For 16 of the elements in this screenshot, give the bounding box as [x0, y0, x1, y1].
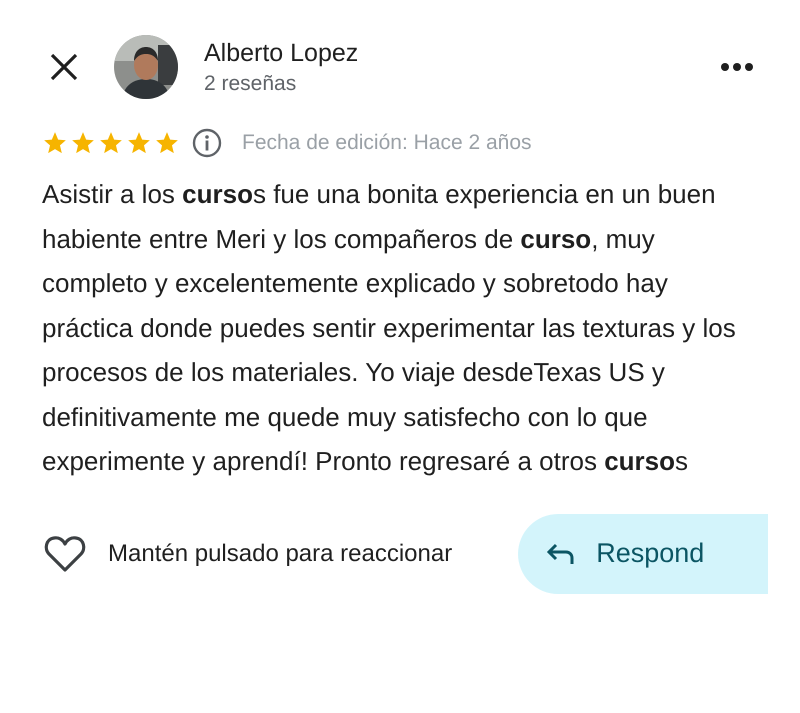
reply-arrow-icon — [546, 542, 576, 566]
star-icon — [154, 130, 180, 156]
edit-date: Fecha de edición: Hace 2 años — [242, 131, 532, 155]
reaction-hint: Mantén pulsado para reaccionar — [108, 540, 452, 568]
reviewer-name: Alberto Lopez — [204, 38, 360, 68]
heart-icon[interactable] — [44, 534, 86, 572]
info-icon[interactable] — [192, 128, 222, 158]
star-icon — [98, 130, 124, 156]
review-count: 2 reseñas — [204, 72, 298, 96]
star-icon — [126, 130, 152, 156]
review-text: Asistir a los cursos fue una bonita experiencia en un buen habiente entre Meri y los compañeros de curso, muy completo y excelentemente explicado y sobretodo hay práctica donde puedes sentir experimentar las texturas y los procesos de los materiales. Yo viaje desdeTexas US y definitivamente me quede muy satisfecho con lo que experimente y aprendí! Pronto regresaré a otros cursos — [41, 178, 737, 478]
more-icon[interactable] — [720, 62, 754, 72]
close-icon[interactable] — [48, 51, 80, 83]
star-icon — [42, 130, 68, 156]
star-icon — [70, 130, 96, 156]
reply-button[interactable]: Respond — [518, 514, 768, 594]
